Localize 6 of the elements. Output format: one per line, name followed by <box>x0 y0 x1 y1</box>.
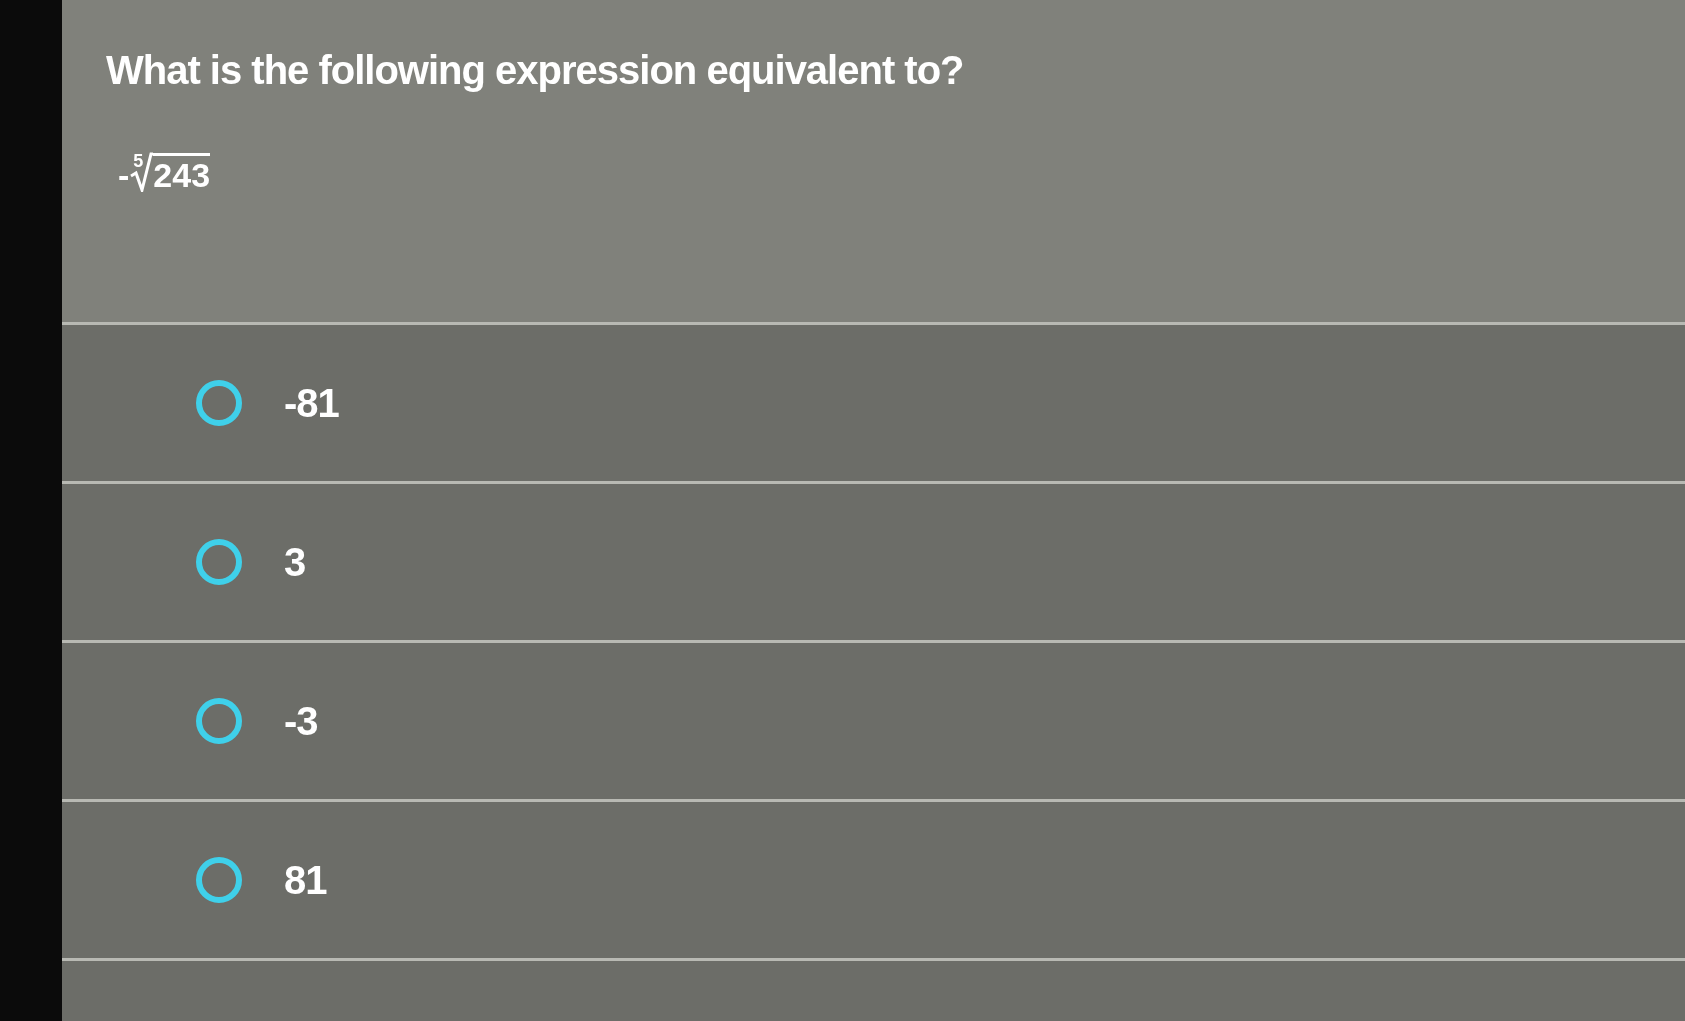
radio-button[interactable] <box>196 698 242 744</box>
radio-button[interactable] <box>196 857 242 903</box>
question-text: What is the following expression equivalent to? <box>106 47 965 94</box>
radical-sign-icon <box>129 152 154 192</box>
radio-button[interactable] <box>196 539 242 585</box>
radio-button[interactable] <box>196 380 242 426</box>
